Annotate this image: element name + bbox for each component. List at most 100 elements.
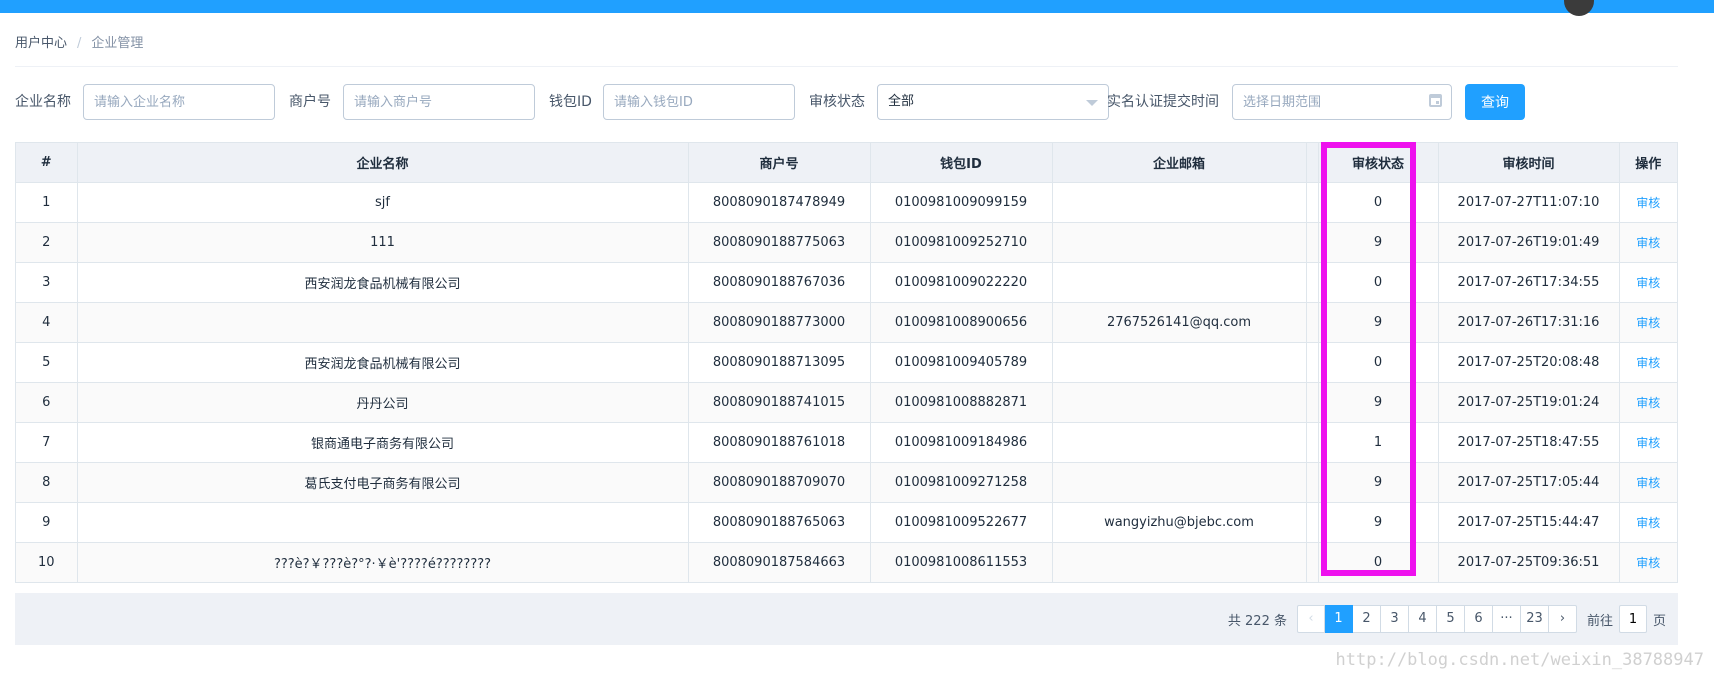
date-label: 实名认证提交时间 — [1107, 94, 1219, 110]
col-header-company-name[interactable]: 企业名称 — [77, 143, 689, 183]
cell-email — [1052, 262, 1307, 303]
page-1[interactable]: 1 — [1324, 605, 1353, 633]
cell-status: 0 — [1318, 542, 1439, 582]
cell-email — [1052, 222, 1307, 263]
query-button[interactable]: 查询 — [1465, 84, 1525, 120]
page-3[interactable]: 3 — [1380, 605, 1409, 633]
col-header-spacer — [1306, 143, 1319, 183]
date-range-picker[interactable] — [1232, 84, 1452, 120]
review-link[interactable]: 审核 — [1636, 556, 1660, 570]
status-select-value: 全部 — [888, 94, 915, 109]
table-row: 5 西安润龙食品机械有限公司 8008090188713095 01009810… — [16, 342, 1677, 383]
cell-status: 9 — [1318, 302, 1439, 343]
cell-spacer — [1306, 262, 1319, 303]
cell-status: 0 — [1318, 262, 1439, 303]
user-avatar[interactable] — [1564, 0, 1594, 16]
cell-email — [1052, 182, 1307, 223]
col-header-email[interactable]: 企业邮箱 — [1052, 143, 1307, 183]
prev-page-button[interactable]: ‹ — [1296, 605, 1325, 633]
company-name-input[interactable] — [83, 84, 275, 120]
cell-index: 2 — [16, 222, 78, 263]
cell-merchant: 8008090188761018 — [688, 422, 871, 463]
cell-index: 9 — [16, 502, 78, 543]
cell-company-name: 西安润龙食品机械有限公司 — [77, 342, 689, 383]
cell-wallet: 0100981009522677 — [870, 502, 1053, 543]
cell-email — [1052, 542, 1307, 582]
cell-company-name: 西安润龙食品机械有限公司 — [77, 262, 689, 303]
cell-action: 审核 — [1619, 182, 1677, 223]
company-name-label: 企业名称 — [15, 94, 71, 110]
cell-status: 0 — [1318, 182, 1439, 223]
cell-wallet: 0100981009184986 — [870, 422, 1053, 463]
review-link[interactable]: 审核 — [1636, 276, 1660, 290]
more-pages-icon[interactable]: ··· — [1492, 605, 1521, 633]
col-header-wallet[interactable]: 钱包ID — [870, 143, 1053, 183]
breadcrumb-root[interactable]: 用户中心 — [15, 36, 67, 51]
col-header-status[interactable]: 审核状态 — [1318, 143, 1439, 183]
cell-index: 1 — [16, 182, 78, 223]
merchant-input[interactable] — [343, 84, 535, 120]
review-link[interactable]: 审核 — [1636, 436, 1660, 450]
page-5[interactable]: 5 — [1436, 605, 1465, 633]
col-header-action: 操作 — [1619, 143, 1677, 183]
top-navbar — [0, 0, 1714, 16]
page-2[interactable]: 2 — [1352, 605, 1381, 633]
col-header-index[interactable]: # — [16, 143, 78, 183]
cell-wallet: 0100981009252710 — [870, 222, 1053, 263]
cell-company-name: 111 — [77, 222, 689, 263]
cell-spacer — [1306, 422, 1319, 463]
table-row: 1 sjf 8008090187478949 0100981009099159 … — [16, 182, 1677, 223]
cell-wallet: 0100981009271258 — [870, 462, 1053, 503]
page-6[interactable]: 6 — [1464, 605, 1493, 633]
cell-company-name: ???è?￥???è?°?·￥è'????é???????? — [77, 542, 689, 582]
cell-merchant: 8008090187478949 — [688, 182, 871, 223]
cell-review-time: 2017-07-27T11:07:10 — [1438, 182, 1620, 223]
header-divider — [15, 66, 1678, 67]
cell-spacer — [1306, 502, 1319, 543]
cell-company-name: sjf — [77, 182, 689, 223]
goto-page-input[interactable] — [1618, 605, 1647, 633]
col-header-merchant[interactable]: 商户号 — [688, 143, 871, 183]
table-row: 10 ???è?￥???è?°?·￥è'????é???????? 800809… — [16, 542, 1677, 582]
cell-status: 9 — [1318, 222, 1439, 263]
page-unit-label: 页 — [1652, 613, 1666, 629]
merchant-label: 商户号 — [289, 94, 331, 110]
cell-email: wangyizhu@bjebc.com — [1052, 502, 1307, 543]
page-23[interactable]: 23 — [1520, 605, 1549, 633]
review-link[interactable]: 审核 — [1636, 516, 1660, 530]
status-label: 审核状态 — [809, 94, 865, 110]
page-4[interactable]: 4 — [1408, 605, 1437, 633]
table-row: 7 银商通电子商务有限公司 8008090188761018 010098100… — [16, 422, 1677, 463]
cell-review-time: 2017-07-26T17:31:16 — [1438, 302, 1620, 343]
breadcrumb-separator: / — [77, 36, 82, 51]
cell-wallet: 0100981008611553 — [870, 542, 1053, 582]
cell-wallet: 0100981008900656 — [870, 302, 1053, 343]
total-count: 共 222 条 — [1227, 613, 1287, 629]
cell-email: 2767526141@qq.com — [1052, 302, 1307, 343]
pagination: 共 222 条 ‹ 1 2 3 4 5 6 ··· 23 › 前往 页 — [1228, 605, 1666, 633]
pagination-bar: 共 222 条 ‹ 1 2 3 4 5 6 ··· 23 › 前往 页 — [15, 593, 1678, 645]
date-range-input[interactable] — [1232, 84, 1452, 120]
review-link[interactable]: 审核 — [1636, 236, 1660, 250]
wallet-input[interactable] — [603, 84, 795, 120]
review-link[interactable]: 审核 — [1636, 396, 1660, 410]
cell-status: 9 — [1318, 462, 1439, 503]
review-link[interactable]: 审核 — [1636, 316, 1660, 330]
table-row: 2 111 8008090188775063 0100981009252710 … — [16, 222, 1677, 263]
cell-index: 3 — [16, 262, 78, 303]
cell-action: 审核 — [1619, 542, 1677, 582]
cell-spacer — [1306, 542, 1319, 582]
next-page-button[interactable]: › — [1548, 605, 1577, 633]
cell-company-name: 葛氏支付电子商务有限公司 — [77, 462, 689, 503]
review-link[interactable]: 审核 — [1636, 476, 1660, 490]
status-select[interactable]: 全部 — [877, 84, 1109, 120]
page-jumper: 前往 页 — [1587, 605, 1666, 633]
review-link[interactable]: 审核 — [1636, 356, 1660, 370]
cell-action: 审核 — [1619, 262, 1677, 303]
company-table: # 企业名称 商户号 钱包ID 企业邮箱 审核状态 审核时间 操作 1 sjf … — [15, 142, 1678, 583]
cell-spacer — [1306, 382, 1319, 423]
review-link[interactable]: 审核 — [1636, 196, 1660, 210]
col-header-review-time[interactable]: 审核时间 — [1438, 143, 1620, 183]
cell-action: 审核 — [1619, 422, 1677, 463]
breadcrumb: 用户中心 / 企业管理 — [15, 32, 143, 51]
